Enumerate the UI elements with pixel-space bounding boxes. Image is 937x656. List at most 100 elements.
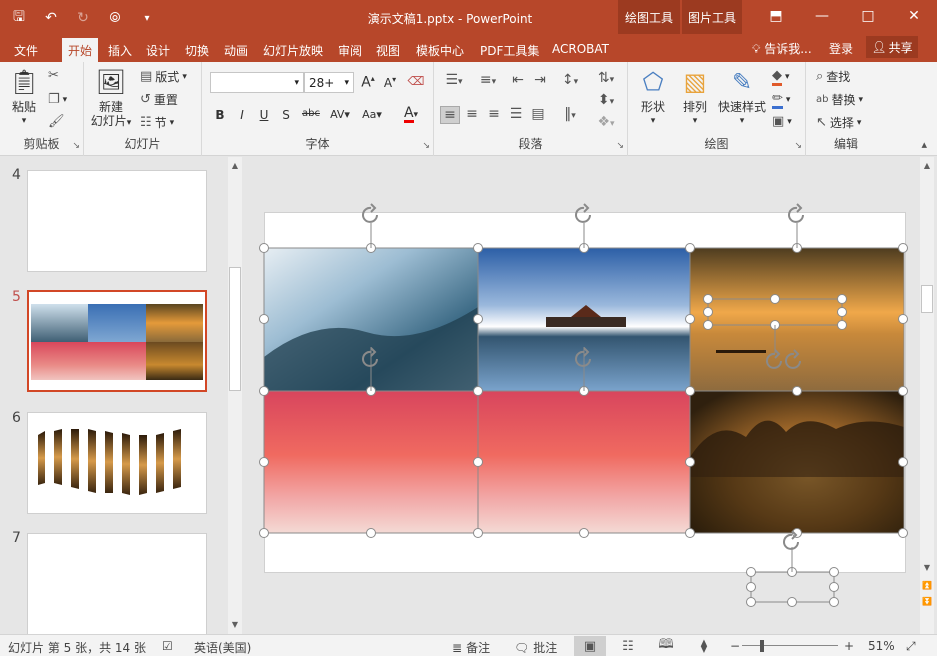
section-button[interactable]: ☷ 节 ▾ xyxy=(140,114,174,131)
close-icon[interactable]: ✕ xyxy=(891,0,937,32)
bullets-button[interactable]: ☰▾ xyxy=(440,72,468,88)
slideshow-button[interactable]: ⧫ xyxy=(688,636,720,656)
reset-button[interactable]: ↺ 重置 xyxy=(140,91,178,108)
tell-me-box[interactable]: 💡︎ 告诉我... xyxy=(752,40,812,57)
thumbnail-scrollbar[interactable]: ▲ ▼ xyxy=(228,157,242,634)
italic-button[interactable]: I xyxy=(232,108,252,122)
editor-scroll-up-icon[interactable]: ▲ xyxy=(920,159,934,173)
shape-fill-button[interactable]: ◆ ▾ xyxy=(772,68,790,86)
clear-format-button[interactable]: ⌫ xyxy=(406,74,426,88)
align-text-button[interactable]: ⬍▾ xyxy=(592,92,620,108)
editor-scrollbar[interactable]: ▲ ▼ ⏫ ⏬ xyxy=(920,157,934,634)
distributed-button[interactable]: ▤ xyxy=(528,106,548,122)
next-slide-icon[interactable]: ⏬ xyxy=(920,595,934,609)
comments-button[interactable]: 🗨︎ 批注 xyxy=(514,639,557,656)
drawing-launcher-icon[interactable]: ↘ xyxy=(794,141,802,151)
zoom-out-icon[interactable]: − xyxy=(730,639,740,653)
minimize-icon[interactable]: — xyxy=(799,0,845,32)
select-button[interactable]: ↖ 选择 ▾ xyxy=(816,114,861,131)
tab-insert[interactable]: 插入 xyxy=(102,38,138,62)
tab-home[interactable]: 开始 xyxy=(62,38,99,62)
format-painter-button[interactable]: 🖌︎ xyxy=(48,114,65,129)
shape-button[interactable]: ⬠ 形状 ▾ xyxy=(634,68,672,128)
tab-acrobat[interactable]: ACROBAT xyxy=(546,38,615,62)
shadow-button[interactable]: S xyxy=(276,108,296,122)
char-spacing-button[interactable]: AV▾ xyxy=(324,108,356,121)
undo-icon[interactable]: ↶ xyxy=(40,10,62,26)
tab-view[interactable]: 视图 xyxy=(370,38,406,62)
tab-template-center[interactable]: 模板中心 xyxy=(410,38,470,62)
justify-button[interactable]: ☰ xyxy=(506,106,526,122)
maximize-icon[interactable]: □ xyxy=(845,0,891,32)
reading-view-button[interactable]: 🕮︎ xyxy=(650,636,682,656)
spell-check-icon[interactable]: ☑ xyxy=(162,639,173,653)
grow-font-button[interactable]: A▴ xyxy=(358,74,378,91)
shrink-font-button[interactable]: A▾ xyxy=(380,75,400,90)
smartart-button[interactable]: ❖▾ xyxy=(592,114,620,130)
underline-button[interactable]: U xyxy=(254,108,274,122)
redo-icon[interactable]: ↻ xyxy=(72,10,94,26)
quick-style-button[interactable]: ✎ 快速样式 ▾ xyxy=(716,68,768,128)
decrease-indent-button[interactable]: ⇤ xyxy=(508,72,528,88)
previous-slide-icon[interactable]: ⏫ xyxy=(920,579,934,593)
replace-button[interactable]: ab 替换 ▾ xyxy=(816,91,863,108)
scroll-down-icon[interactable]: ▼ xyxy=(228,618,242,632)
find-button[interactable]: ⌕ 查找 xyxy=(816,68,850,85)
editor-scroll-down-icon[interactable]: ▼ xyxy=(920,561,934,575)
text-direction-button[interactable]: ⇅▾ xyxy=(592,70,620,86)
tab-pdf-tools[interactable]: PDF工具集 xyxy=(474,38,545,62)
tab-design[interactable]: 设计 xyxy=(140,38,176,62)
picture-red-clouds-right[interactable] xyxy=(478,391,690,533)
shape-effects-button[interactable]: ▣ ▾ xyxy=(772,114,792,129)
tab-file[interactable]: 文件 xyxy=(8,38,44,62)
slide-thumbnail-5[interactable] xyxy=(27,290,207,392)
zoom-in-icon[interactable]: + xyxy=(844,639,854,653)
arrange-button[interactable]: ▧ 排列 ▾ xyxy=(676,68,714,128)
zoom-level[interactable]: 51% xyxy=(868,639,895,653)
cut-button[interactable]: ✂ xyxy=(48,68,59,83)
customize-qat-icon[interactable]: ▾ xyxy=(136,13,158,24)
paste-button[interactable]: 📋︎ 粘贴 ▾ xyxy=(6,68,42,128)
scroll-up-icon[interactable]: ▲ xyxy=(228,159,242,173)
slide-thumbnail-6[interactable] xyxy=(27,412,207,514)
tab-slideshow[interactable]: 幻灯片放映 xyxy=(257,38,329,62)
slide-sorter-button[interactable]: ☷ xyxy=(612,636,644,656)
fit-slide-icon[interactable]: ⤢ xyxy=(906,639,916,654)
copy-button[interactable]: ❐ ▾ xyxy=(48,92,67,107)
zoom-slider[interactable] xyxy=(742,645,838,646)
strikethrough-button[interactable]: abc xyxy=(298,108,324,119)
paragraph-launcher-icon[interactable]: ↘ xyxy=(616,141,624,151)
slide-thumbnail-4[interactable] xyxy=(27,170,207,272)
ribbon-display-icon[interactable]: ⬒ xyxy=(753,0,799,32)
picture-sunset-boat[interactable] xyxy=(690,248,904,391)
font-size-combo[interactable]: 28+ ▾ xyxy=(304,72,354,93)
normal-view-button[interactable]: ▣ xyxy=(574,636,606,656)
shape-outline-button[interactable]: ✏ ▾ xyxy=(772,91,790,109)
save-icon[interactable]: 🖫 xyxy=(8,6,30,30)
font-color-button[interactable]: A▾ xyxy=(396,106,426,123)
share-button[interactable]: 👤︎ 共享 xyxy=(866,36,918,58)
layout-button[interactable]: ▤ 版式 ▾ xyxy=(140,68,187,85)
increase-indent-button[interactable]: ⇥ xyxy=(530,72,550,88)
thumbnail-scroll-thumb[interactable] xyxy=(229,267,241,391)
clipboard-launcher-icon[interactable]: ↘ xyxy=(72,141,80,151)
columns-button[interactable]: ‖▾ xyxy=(556,106,584,122)
new-slide-button[interactable]: 🖼︎ 新建 幻灯片▾ xyxy=(88,68,134,130)
align-left-button[interactable]: ≡ xyxy=(440,106,460,124)
notes-button[interactable]: ≣ 备注 xyxy=(452,639,490,656)
slide-thumbnail-7[interactable] xyxy=(27,533,207,634)
editor-scroll-thumb[interactable] xyxy=(921,285,933,313)
presentation-icon[interactable]: ⦾ xyxy=(104,10,126,26)
numbering-button[interactable]: ≡▾ xyxy=(474,72,502,88)
font-name-combo[interactable]: ▾ xyxy=(210,72,304,93)
tab-review[interactable]: 审阅 xyxy=(332,38,368,62)
line-spacing-button[interactable]: ↕▾ xyxy=(556,72,584,88)
font-launcher-icon[interactable]: ↘ xyxy=(422,141,430,151)
picture-red-clouds-left[interactable] xyxy=(264,391,478,533)
align-center-button[interactable]: ≡ xyxy=(462,106,482,122)
tab-transitions[interactable]: 切换 xyxy=(179,38,215,62)
language-indicator[interactable]: 英语(美国) xyxy=(194,639,251,656)
bold-button[interactable]: B xyxy=(210,108,230,122)
collapse-ribbon-icon[interactable]: ▴ xyxy=(921,138,927,151)
tab-animations[interactable]: 动画 xyxy=(218,38,254,62)
